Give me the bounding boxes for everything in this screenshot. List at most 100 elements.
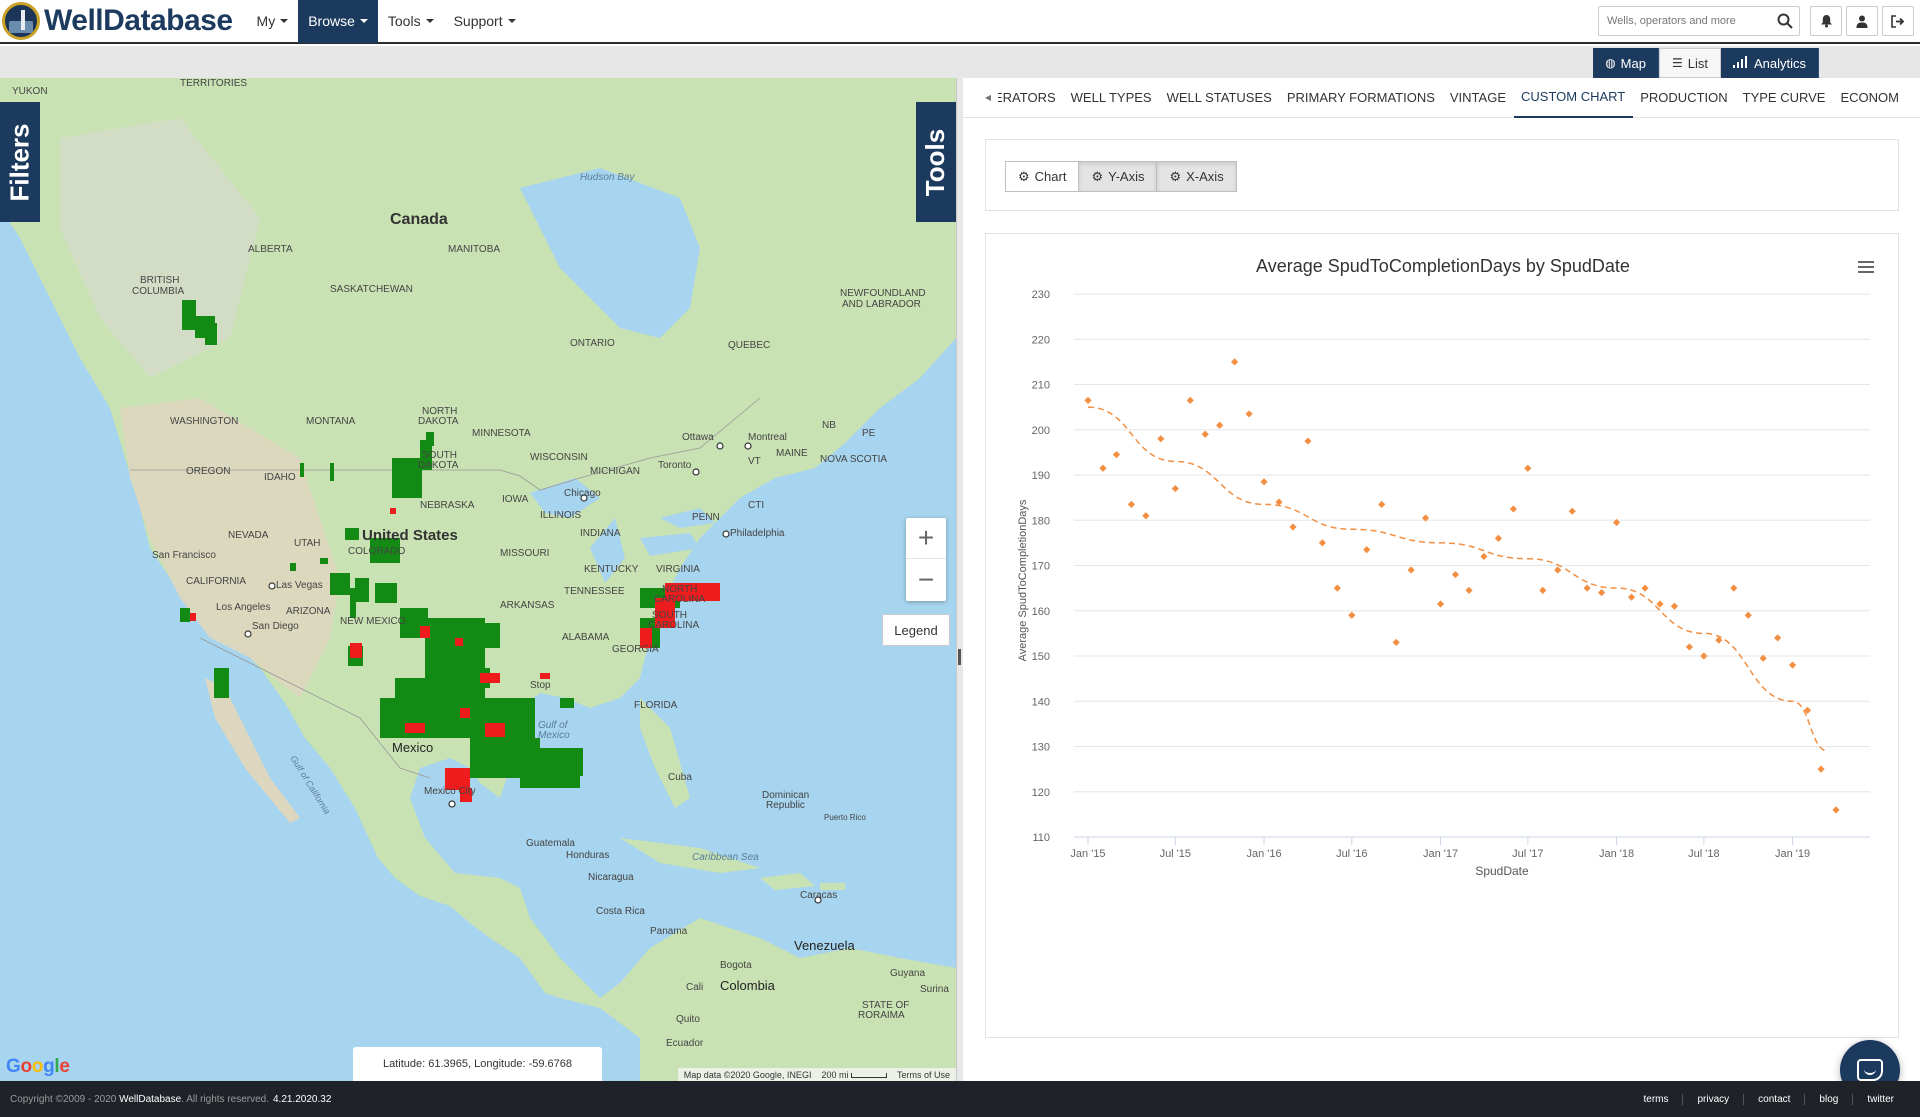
data-point[interactable] (1539, 586, 1547, 594)
data-point[interactable] (1378, 500, 1386, 509)
data-point[interactable] (1245, 410, 1253, 418)
x-axis-settings-button[interactable]: ⚙ X-Axis (1156, 161, 1237, 192)
analytics-view-button[interactable]: Analytics (1720, 48, 1819, 78)
footer-link-privacy[interactable]: privacy (1682, 1093, 1743, 1105)
map-label-maine: MAINE (776, 448, 808, 459)
zoom-in-button[interactable]: + (906, 518, 946, 559)
data-point[interactable] (1451, 570, 1460, 579)
tab-type-curve[interactable]: TYPE CURVE (1735, 78, 1833, 118)
data-point[interactable] (1084, 396, 1092, 404)
data-point[interactable] (1363, 546, 1371, 554)
list-view-button[interactable]: ☰ List (1658, 48, 1721, 78)
data-point[interactable] (1670, 602, 1679, 610)
data-point[interactable] (1744, 611, 1752, 619)
data-point[interactable] (1494, 534, 1503, 542)
data-point[interactable] (1832, 806, 1840, 814)
search-input[interactable] (1607, 15, 1777, 27)
tab-operators[interactable]: ERATORS (998, 78, 1063, 118)
data-point[interactable] (1568, 507, 1576, 515)
data-point[interactable] (1231, 358, 1239, 366)
data-point[interactable] (1127, 500, 1136, 509)
sign-out-icon (1891, 14, 1905, 28)
data-point[interactable] (1656, 600, 1664, 608)
chart-settings-button[interactable]: ⚙ Chart (1005, 161, 1080, 192)
y-axis-settings-button[interactable]: ⚙ Y-Axis (1078, 161, 1158, 192)
notifications-button[interactable] (1810, 6, 1842, 36)
footer-link-blog[interactable]: blog (1804, 1093, 1852, 1105)
chart-menu-icon[interactable] (1858, 261, 1874, 275)
data-point[interactable] (1171, 484, 1179, 493)
tab-economics[interactable]: ECONOMICS (1833, 78, 1898, 118)
data-point[interactable] (1099, 464, 1107, 472)
data-point[interactable] (1480, 552, 1488, 561)
tab-custom-chart[interactable]: CUSTOM CHART (1513, 78, 1633, 118)
nav-browse[interactable]: Browse (298, 0, 378, 43)
google-logo[interactable]: Google (6, 1056, 70, 1078)
legend-button[interactable]: Legend (882, 614, 950, 646)
data-point[interactable] (1817, 765, 1825, 773)
footer-link-twitter[interactable]: twitter (1852, 1093, 1908, 1105)
data-point[interactable] (1216, 421, 1224, 429)
city-dot-las-vegas (268, 582, 276, 590)
map-view-button[interactable]: ◍ Map (1593, 48, 1659, 78)
y-axis-label: Average SpudToCompletionDays (1017, 499, 1029, 661)
data-point[interactable] (1641, 584, 1649, 592)
data-point[interactable] (1774, 634, 1782, 642)
footer-link-contact[interactable]: contact (1743, 1093, 1804, 1105)
scatter-chart[interactable]: Average SpudToCompletionDays by SpudDate… (986, 234, 1900, 1039)
data-point[interactable] (1788, 661, 1797, 669)
data-point[interactable] (1260, 478, 1268, 486)
user-button[interactable] (1846, 6, 1878, 36)
logout-button[interactable] (1882, 6, 1914, 36)
nav-my[interactable]: My (247, 0, 299, 43)
map-label-montana: MONTANA (306, 416, 356, 427)
tools-tab[interactable]: Tools (916, 102, 956, 222)
data-point[interactable] (1186, 396, 1194, 404)
map-canvas[interactable]: YUKON TERRITORIES Hudson Bay Canada ALBE… (0, 78, 956, 1081)
terms-of-use-link[interactable]: Terms of Use (897, 1070, 950, 1080)
data-point[interactable] (1407, 566, 1415, 574)
data-point[interactable] (1333, 584, 1341, 592)
data-point[interactable] (1554, 566, 1562, 574)
map-view[interactable]: YUKON TERRITORIES Hudson Bay Canada ALBE… (0, 78, 956, 1081)
data-point[interactable] (1348, 611, 1356, 619)
tab-vintage[interactable]: VINTAGE (1442, 78, 1513, 118)
data-point[interactable] (1700, 652, 1708, 660)
user-icon (1856, 15, 1868, 28)
data-point[interactable] (1583, 584, 1591, 592)
brand-logo[interactable]: WellDatabase (0, 0, 233, 43)
tab-well-statuses[interactable]: WELL STATUSES (1159, 78, 1279, 118)
caret-down-icon (359, 19, 368, 23)
panel-resize-handle[interactable] (956, 78, 963, 1081)
data-point[interactable] (1730, 584, 1738, 592)
filters-tab[interactable]: Filters (0, 102, 40, 222)
nav-tools[interactable]: Tools (378, 0, 444, 43)
y-axis-ticks: 110 120 130 140 150 160 170 180 190 200 210 220 230 (1032, 289, 1050, 844)
data-point[interactable] (1465, 586, 1473, 594)
map-label-washington: WASHINGTON (170, 416, 238, 427)
data-point[interactable] (1318, 539, 1326, 547)
data-point[interactable] (1509, 505, 1517, 513)
data-point[interactable] (1598, 589, 1606, 597)
data-point[interactable] (1304, 437, 1312, 445)
data-point[interactable] (1112, 451, 1121, 459)
zoom-out-button[interactable]: − (906, 559, 946, 600)
data-point[interactable] (1524, 464, 1532, 472)
nav-support[interactable]: Support (444, 0, 526, 43)
tab-primary-formations[interactable]: PRIMARY FORMATIONS (1279, 78, 1442, 118)
data-point[interactable] (1201, 430, 1209, 438)
footer-link-terms[interactable]: terms (1629, 1094, 1682, 1105)
data-point[interactable] (1392, 638, 1400, 647)
data-point[interactable] (1157, 435, 1165, 443)
data-point[interactable] (1685, 643, 1693, 651)
tab-well-types[interactable]: WELL TYPES (1063, 78, 1159, 118)
search-icon[interactable] (1777, 13, 1793, 29)
data-point[interactable] (1289, 523, 1297, 531)
map-label-philadelphia: Philadelphia (730, 528, 785, 539)
data-point[interactable] (1436, 600, 1445, 608)
tab-production[interactable]: PRODUCTION (1633, 78, 1735, 118)
map-label-yukon: YUKON (12, 86, 48, 97)
data-point[interactable] (1142, 512, 1150, 520)
tabs-scroll-left-icon[interactable]: ◀ (978, 93, 998, 102)
data-point[interactable] (1627, 593, 1636, 601)
